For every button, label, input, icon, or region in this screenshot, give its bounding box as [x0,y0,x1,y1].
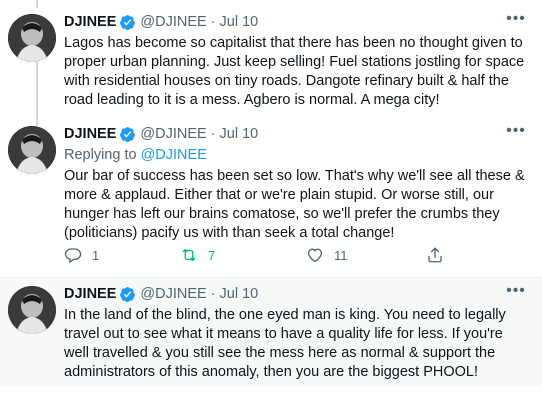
like-button[interactable]: 11 [306,246,348,264]
reply-icon [64,248,82,264]
more-icon[interactable]: ••• [506,11,526,32]
more-icon[interactable]: ••• [506,123,526,144]
separator: · [210,286,216,302]
avatar[interactable] [8,286,56,334]
display-name[interactable]: DJINEE [64,126,116,142]
thread-connector-line [36,0,38,8]
retweet-icon [182,249,196,261]
timestamp[interactable]: Jul 10 [220,14,259,30]
share-button[interactable] [426,246,444,264]
handle[interactable]: @DJINEE [140,14,206,30]
more-icon[interactable]: ••• [506,283,526,304]
display-name[interactable]: DJINEE [64,14,116,30]
tweet[interactable]: DJINEE @DJINEE · Jul 10 ••• Replying to … [0,120,542,275]
retweet-button[interactable]: 7 [180,246,215,264]
timestamp[interactable]: Jul 10 [220,126,259,142]
replying-label: Replying to [64,147,137,163]
handle[interactable]: @DJINEE [140,126,206,142]
reply-button[interactable]: 1 [64,246,99,264]
display-name[interactable]: DJINEE [64,286,116,302]
verified-badge-icon [120,126,136,142]
replying-to: Replying to @DJINEE [64,146,526,165]
separator: · [210,14,216,30]
retweet-count: 7 [208,247,216,263]
like-icon [307,248,323,263]
replying-to-link[interactable]: @DJINEE [141,147,207,163]
like-count: 11 [334,247,348,263]
share-icon [428,247,442,263]
tweet-text: In the land of the blind, the one eyed m… [64,307,506,380]
avatar[interactable] [8,14,56,62]
avatar[interactable] [8,126,56,174]
handle[interactable]: @DJINEE [140,286,206,302]
separator: · [210,126,216,142]
tweet[interactable]: DJINEE @DJINEE · Jul 10 ••• In the land … [0,276,542,386]
timestamp[interactable]: Jul 10 [220,286,259,302]
tweet-text: Lagos has become so capitalist that ther… [64,35,525,108]
verified-badge-icon [120,286,136,302]
reply-count: 1 [92,247,100,263]
verified-badge-icon [120,14,136,30]
tweet[interactable]: DJINEE @DJINEE · Jul 10 ••• Lagos has be… [0,8,542,126]
tweet-text: Our bar of success has been set so low. … [64,168,525,241]
tweet-actions: 1 7 11 [64,246,484,266]
